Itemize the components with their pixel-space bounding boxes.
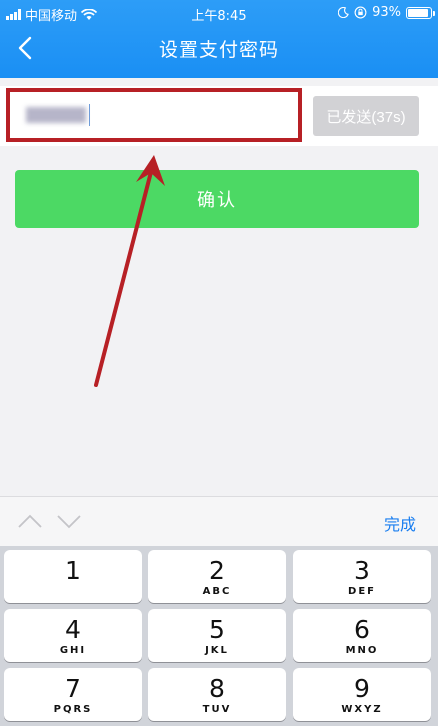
key-number: 6 [354, 615, 370, 644]
verification-code-input[interactable] [6, 88, 302, 142]
key-letters: GHI [59, 645, 87, 656]
status-right: 93% [338, 5, 435, 20]
chevron-up-icon[interactable] [17, 512, 43, 530]
key-letters: WXYZ [341, 704, 383, 715]
battery-icon [406, 6, 435, 19]
nav-bar: 设置支付密码 [0, 26, 438, 70]
key-3[interactable]: 3 DEF [293, 550, 431, 603]
key-4[interactable]: 4 GHI [4, 609, 142, 662]
chevron-down-icon[interactable] [56, 512, 82, 530]
key-5[interactable]: 5 JKL [148, 609, 286, 662]
orientation-lock-icon [354, 6, 367, 19]
page-title: 设置支付密码 [158, 39, 279, 61]
key-number: 9 [354, 674, 370, 703]
text-caret [89, 104, 90, 126]
key-number: 1 [65, 556, 81, 585]
key-letters: TUV [202, 704, 232, 715]
key-2[interactable]: 2 ABC [148, 550, 286, 603]
key-letters: JKL [205, 645, 229, 656]
status-bar: 中国移动 上午8:45 93% [0, 0, 438, 26]
header: 中国移动 上午8:45 93% 设置支付密码 [0, 0, 438, 78]
key-letters: MNO [345, 645, 379, 656]
key-1[interactable]: 1 [4, 550, 142, 603]
key-number: 8 [209, 674, 225, 703]
key-number: 7 [65, 674, 81, 703]
key-6[interactable]: 6 MNO [293, 609, 431, 662]
key-9[interactable]: 9 WXYZ [293, 668, 431, 721]
key-number: 3 [354, 556, 370, 585]
done-button[interactable]: 完成 [384, 511, 416, 535]
key-7[interactable]: 7 PQRS [4, 668, 142, 721]
key-number: 4 [65, 615, 81, 644]
key-letters: ABC [202, 586, 232, 597]
key-letters: PQRS [53, 704, 93, 715]
key-8[interactable]: 8 TUV [148, 668, 286, 721]
key-number: 5 [209, 615, 225, 644]
battery-percent: 93% [372, 5, 401, 20]
numeric-keypad: 1 2 ABC 3 DEF 4 GHI 5 JKL 6 MNO 7 PQRS 8 TUV 9W… [0, 546, 438, 726]
resend-code-button[interactable]: 已发送(37s) [313, 96, 419, 136]
moon-icon [338, 7, 349, 18]
key-letters: DEF [348, 586, 376, 597]
confirm-button[interactable]: 确认 [15, 170, 419, 228]
key-number: 2 [209, 556, 225, 585]
keyboard-accessory-bar: 完成 [0, 496, 438, 546]
